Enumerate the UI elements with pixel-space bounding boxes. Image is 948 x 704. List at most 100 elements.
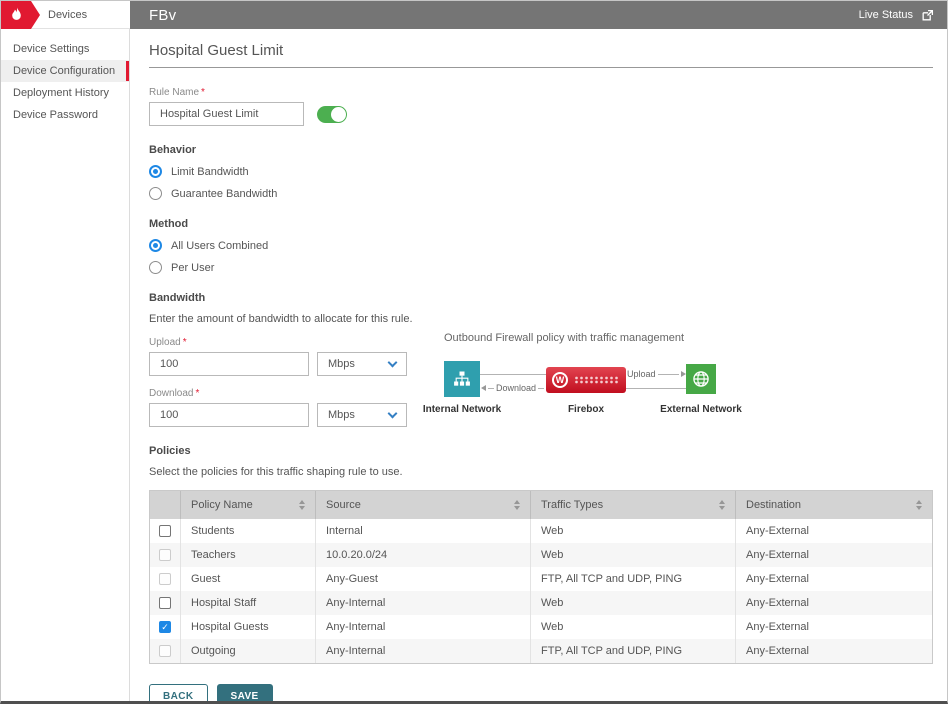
cell-policy-name: Hospital Staff [180, 591, 315, 615]
upload-label: Upload* [149, 337, 407, 348]
cell-policy-name: Teachers [180, 543, 315, 567]
cell-traffic-types: FTP, All TCP and UDP, PING [530, 567, 735, 591]
table-row-hospital-guests: ✓Hospital GuestsAny-InternalWebAny-Exter… [150, 615, 932, 639]
brand-area: Devices [1, 1, 130, 29]
sidebar-item-label: Deployment History [13, 87, 109, 99]
firebox-device: W [546, 367, 626, 393]
page-title: Hospital Guest Limit [149, 29, 933, 68]
sidebar: Device SettingsDevice Configuration Deplo… [1, 29, 130, 701]
column-header-traffic-types[interactable]: Traffic Types [530, 491, 735, 519]
brand-label: Devices [48, 9, 87, 21]
radio-label: All Users Combined [171, 240, 268, 252]
action-buttons: BACK SAVE [149, 684, 933, 701]
download-flow: Download [481, 382, 546, 394]
required-asterisk: * [183, 337, 187, 348]
cell-source: Any-Guest [315, 567, 530, 591]
rule-name-input[interactable] [149, 102, 304, 126]
radio-limit-bandwidth[interactable]: Limit Bandwidth [149, 165, 933, 178]
checkbox-cell [150, 567, 180, 591]
policy-checkbox [159, 573, 171, 585]
radio-label: Per User [171, 262, 214, 274]
back-button[interactable]: BACK [149, 684, 208, 701]
sidebar-item-device-configuration[interactable]: Device Configuration [1, 60, 129, 82]
app-window: Devices FBv Live Status Device SettingsD… [0, 0, 948, 704]
table-body: StudentsInternalWebAny-ExternalTeachers1… [150, 519, 932, 663]
cell-traffic-types: Web [530, 543, 735, 567]
cell-policy-name: Outgoing [180, 639, 315, 663]
download-unit-select[interactable]: Mbps [317, 403, 407, 427]
topbar: FBv Live Status [130, 1, 947, 29]
radio-label: Limit Bandwidth [171, 166, 249, 178]
cell-source: Any-Internal [315, 591, 530, 615]
required-asterisk: * [195, 388, 199, 399]
bandwidth-section-title: Bandwidth [149, 292, 933, 304]
traffic-diagram: Outbound Firewall policy with traffic ma… [444, 325, 736, 419]
column-label: Destination [746, 499, 801, 511]
sidebar-item-device-password[interactable]: Device Password [1, 104, 129, 126]
diagram-caption: Outbound Firewall policy with traffic ma… [444, 332, 736, 344]
rule-name-field: Rule Name* [149, 87, 933, 126]
download-input[interactable] [149, 403, 309, 427]
radio-icon[interactable] [149, 187, 162, 200]
rule-enabled-toggle[interactable] [317, 106, 347, 123]
checkbox-cell: ✓ [150, 615, 180, 639]
toggle-knob [331, 107, 346, 122]
watchguard-logo [1, 1, 31, 29]
sort-icon[interactable] [299, 500, 305, 510]
radio-all-users-combined[interactable]: All Users Combined [149, 239, 933, 252]
cell-traffic-types: Web [530, 615, 735, 639]
chevron-down-icon [388, 357, 398, 367]
header: Devices FBv Live Status [1, 1, 947, 29]
live-status-label: Live Status [859, 9, 913, 21]
column-header-source[interactable]: Source [315, 491, 530, 519]
download-unit-value: Mbps [328, 409, 355, 421]
external-network-label: External Network [660, 404, 742, 415]
cell-source: Internal [315, 519, 530, 543]
radio-icon[interactable] [149, 165, 162, 178]
behavior-section-title: Behavior [149, 144, 933, 156]
upload-input[interactable] [149, 352, 309, 376]
radio-guarantee-bandwidth[interactable]: Guarantee Bandwidth [149, 187, 933, 200]
live-status-link[interactable]: Live Status [859, 9, 934, 22]
sidebar-item-device-settings[interactable]: Device Settings [1, 38, 129, 60]
upload-unit-select[interactable]: Mbps [317, 352, 407, 376]
cell-policy-name: Guest [180, 567, 315, 591]
cell-traffic-types: Web [530, 519, 735, 543]
cell-destination: Any-External [735, 543, 932, 567]
radio-icon[interactable] [149, 239, 162, 252]
cell-traffic-types: Web [530, 591, 735, 615]
table-row-students: StudentsInternalWebAny-External [150, 519, 932, 543]
column-label: Source [326, 499, 361, 511]
column-header-policy-name[interactable]: Policy Name [180, 491, 315, 519]
column-header-destination[interactable]: Destination [735, 491, 932, 519]
upload-flow: Upload [627, 368, 686, 380]
save-button[interactable]: SAVE [217, 684, 273, 701]
rule-name-label: Rule Name* [149, 87, 933, 98]
sort-icon[interactable] [916, 500, 922, 510]
radio-label: Guarantee Bandwidth [171, 188, 277, 200]
policy-checkbox[interactable] [159, 525, 171, 537]
arrow-left-icon [481, 385, 486, 391]
sort-icon[interactable] [719, 500, 725, 510]
download-label: Download* [149, 388, 407, 399]
checkbox-column-header [150, 491, 180, 519]
policy-checkbox [159, 645, 171, 657]
policy-checkbox[interactable] [159, 597, 171, 609]
policy-checkbox[interactable]: ✓ [159, 621, 171, 633]
policies-section-title: Policies [149, 445, 933, 457]
cell-source: Any-Internal [315, 639, 530, 663]
radio-icon[interactable] [149, 261, 162, 274]
sidebar-item-deployment-history[interactable]: Deployment History [1, 82, 129, 104]
sort-icon[interactable] [514, 500, 520, 510]
firebox-ports [574, 376, 620, 384]
method-options: All Users Combined Per User [149, 239, 933, 274]
cell-policy-name: Students [180, 519, 315, 543]
policies-description: Select the policies for this traffic sha… [149, 466, 933, 478]
cell-policy-name: Hospital Guests [180, 615, 315, 639]
checkbox-cell [150, 591, 180, 615]
checkbox-cell [150, 639, 180, 663]
external-network-icon [686, 364, 716, 394]
method-section-title: Method [149, 218, 933, 230]
radio-per-user[interactable]: Per User [149, 261, 933, 274]
firebox-label: Firebox [568, 404, 604, 415]
